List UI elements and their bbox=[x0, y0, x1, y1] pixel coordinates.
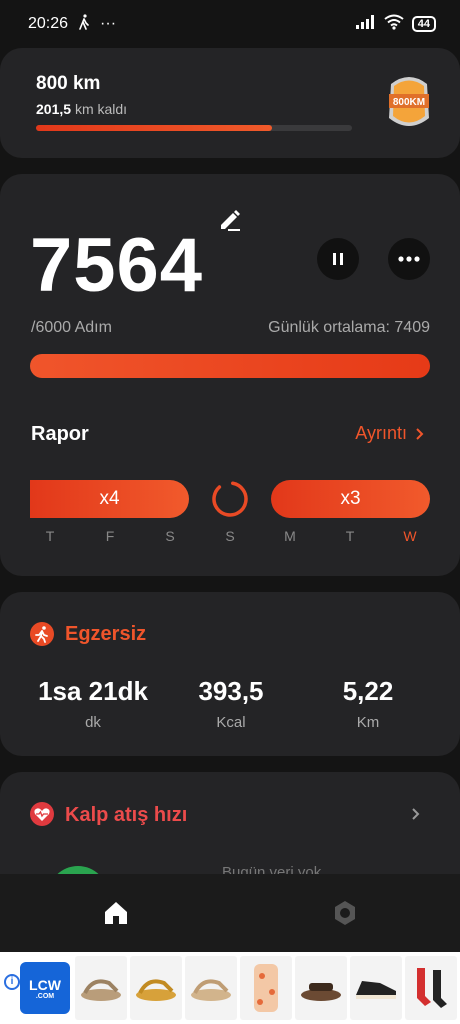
weekday-label: S bbox=[225, 528, 235, 544]
ad-product-sneaker-icon[interactable] bbox=[350, 956, 402, 1020]
ad-banner[interactable]: i LCW .COM bbox=[0, 952, 460, 1024]
more-dots-icon bbox=[398, 256, 420, 262]
ad-logo-small: .COM bbox=[35, 992, 55, 1000]
heart-rate-title: Kalp atış hızı bbox=[65, 804, 188, 826]
weekday-label: T bbox=[345, 528, 355, 544]
ad-product-sandal-yellow-icon[interactable] bbox=[130, 956, 182, 1020]
report-details-label: Ayrıntı bbox=[355, 423, 407, 443]
stat-calories-unit: Kcal bbox=[216, 714, 246, 731]
nav-home-tab[interactable] bbox=[100, 898, 132, 928]
weekday-label: F bbox=[105, 528, 115, 544]
wifi-icon bbox=[384, 14, 404, 35]
pause-icon bbox=[333, 253, 343, 265]
pause-button[interactable] bbox=[317, 238, 359, 280]
ad-product-pajama-icon[interactable] bbox=[240, 956, 292, 1020]
report-details-link[interactable]: Ayrıntı bbox=[355, 423, 424, 444]
signal-icon bbox=[355, 14, 376, 34]
stat-distance: 5,22 Km bbox=[303, 676, 433, 731]
streak-pill-left: x4 bbox=[30, 480, 189, 518]
weekday-label: M bbox=[284, 528, 296, 544]
steps-goal: /6000 Adım bbox=[31, 319, 112, 336]
streak-left-label: x4 bbox=[99, 488, 120, 509]
today-progress-ring bbox=[211, 480, 249, 518]
walking-person-icon bbox=[78, 13, 90, 35]
stat-distance-unit: Km bbox=[356, 714, 380, 731]
ad-product-slipper-icon[interactable] bbox=[295, 956, 347, 1020]
report-title: Rapor bbox=[31, 423, 89, 445]
home-icon bbox=[105, 902, 127, 924]
streak-right-label: x3 bbox=[340, 488, 361, 509]
stat-duration: 1sa 21dk dk bbox=[28, 676, 158, 731]
weekday-label: T bbox=[45, 528, 55, 544]
ad-info-icon[interactable]: i bbox=[4, 974, 20, 990]
running-icon bbox=[30, 622, 54, 646]
stat-calories-value: 393,5 bbox=[198, 676, 264, 706]
ad-product-socks-icon[interactable] bbox=[405, 956, 457, 1020]
chevron-right-icon[interactable] bbox=[411, 804, 420, 827]
streak-pill-right: x3 bbox=[271, 480, 430, 518]
stat-duration-unit: dk bbox=[85, 714, 101, 731]
stat-distance-value: 5,22 bbox=[342, 676, 394, 706]
distance-goal-card[interactable]: 800 km 201,5 km kaldı 800KM bbox=[0, 48, 460, 158]
ad-brand-logo[interactable]: LCW .COM bbox=[20, 962, 70, 1014]
goal-progress-track bbox=[36, 125, 352, 131]
bottom-navigation bbox=[0, 874, 460, 952]
goal-title: 800 km bbox=[36, 73, 101, 94]
settings-icon bbox=[335, 901, 355, 925]
badge-text: 800KM bbox=[393, 97, 425, 108]
status-time: 20:26 bbox=[28, 15, 69, 32]
stat-duration-value: 1sa 21dk bbox=[38, 676, 148, 706]
exercise-card[interactable]: Egzersiz 1sa 21dk dk 393,5 Kcal 5,22 Km bbox=[0, 592, 460, 756]
edit-icon[interactable] bbox=[218, 208, 242, 232]
exercise-title: Egzersiz bbox=[65, 623, 147, 645]
goal-remaining-label: km kaldı bbox=[74, 101, 128, 117]
stat-calories: 393,5 Kcal bbox=[166, 676, 296, 731]
ad-product-sandal-beige-icon[interactable] bbox=[185, 956, 237, 1020]
steps-card: 7564 /6000 Adım Günlük ortalama: 7409 Ra… bbox=[0, 174, 460, 576]
battery-icon: 44 bbox=[411, 16, 436, 32]
goal-remaining: 201,5 km kaldı bbox=[36, 101, 127, 117]
steps-progress-bar bbox=[30, 354, 430, 378]
ad-logo-big: LCW bbox=[29, 976, 61, 993]
800km-badge-icon[interactable]: 800KM bbox=[385, 72, 433, 136]
weekday-label: W bbox=[403, 528, 417, 544]
nav-settings-tab[interactable] bbox=[329, 898, 361, 928]
more-options-button[interactable] bbox=[388, 238, 430, 280]
status-overflow-icon: ··· bbox=[100, 15, 117, 32]
weekday-row: TFSSMTW bbox=[0, 528, 460, 548]
daily-average: Günlük ortalama: 7409 bbox=[268, 319, 430, 336]
weekday-label: S bbox=[165, 528, 175, 544]
chevron-right-icon bbox=[416, 427, 424, 440]
heart-icon bbox=[30, 802, 54, 826]
steps-count: 7564 bbox=[30, 223, 204, 308]
goal-progress-fill bbox=[36, 125, 273, 131]
status-bar: 20:26 ··· 44 bbox=[0, 0, 460, 48]
ad-product-sandal-icon[interactable] bbox=[75, 956, 127, 1020]
goal-remaining-value: 201,5 bbox=[36, 101, 72, 117]
